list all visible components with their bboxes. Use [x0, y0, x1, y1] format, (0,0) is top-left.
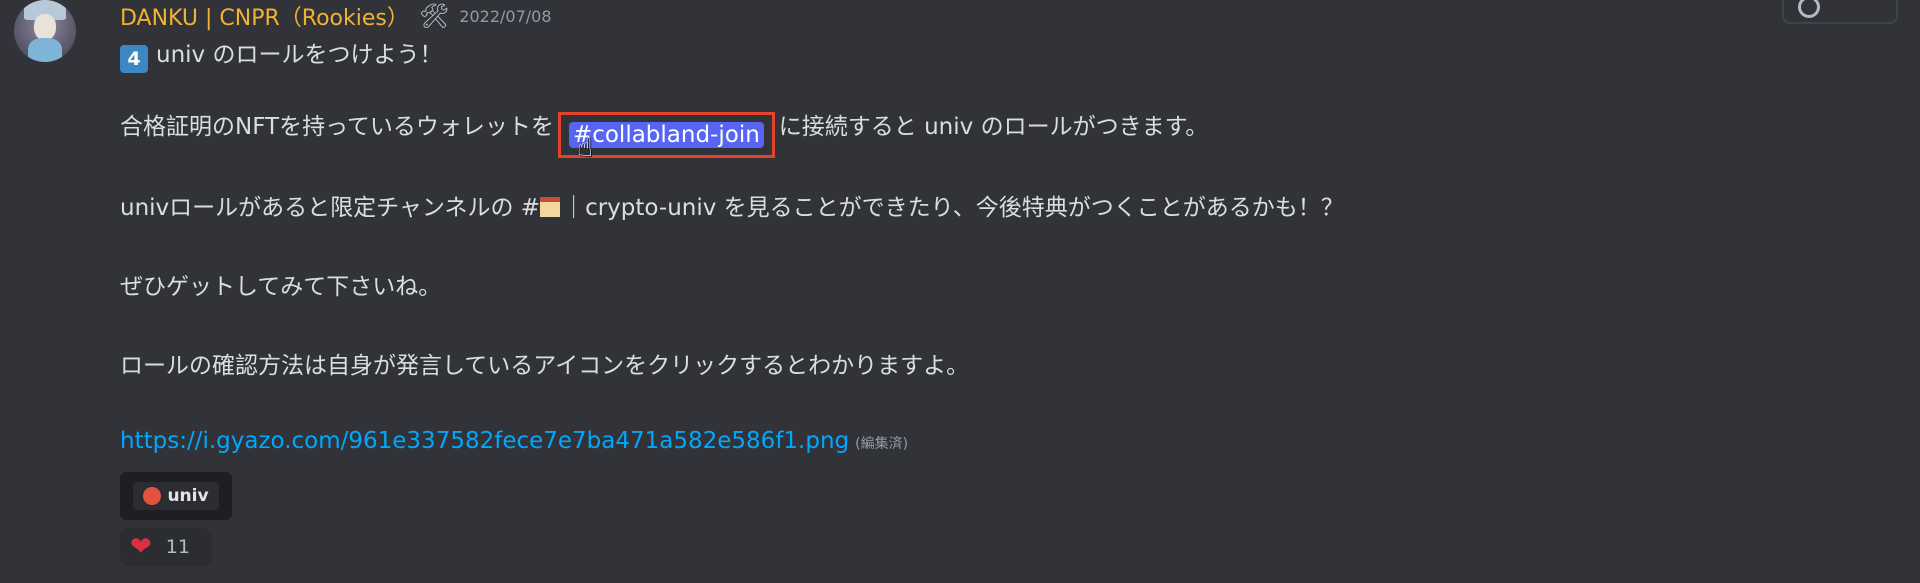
- reaction-add-icon[interactable]: [1798, 0, 1820, 18]
- hand-pointer-cursor-icon: ☝: [576, 133, 593, 163]
- line-1-text: univ のロールをつけよう！: [156, 42, 443, 68]
- message-line-2: 合格証明のNFTを持っているウォレットを #collabland-join ☝ に接続…: [120, 112, 1209, 163]
- chat-message: DANKU | CNPR（Rookies） 🛠 2022/07/08 4 univ…: [0, 0, 1920, 583]
- channel-name-crypto-univ[interactable]: ｜crypto-univ: [562, 195, 716, 221]
- line-4-text: ぜひゲットしてみて下さいね。: [120, 274, 442, 300]
- message-line-5: ロールの確認方法は自身が発言しているアイコンをクリックするとわかりますよ。: [120, 351, 969, 381]
- role-label: univ: [167, 486, 209, 506]
- line-5-text: ロールの確認方法は自身が発言しているアイコンをクリックするとわかりますよ。: [120, 353, 970, 379]
- message-header: DANKU | CNPR（Rookies） 🛠 2022/07/08: [120, 0, 552, 32]
- role-color-dot: [143, 487, 162, 505]
- line-3-after: を見ることができたり、今後特典がつくことがあるかも！？: [716, 195, 1344, 221]
- keycap-number-icon: 4: [120, 45, 148, 73]
- timestamp: 2022/07/08: [459, 6, 552, 26]
- avatar-face: [34, 14, 56, 40]
- role-embed[interactable]: univ: [120, 472, 232, 520]
- avatar[interactable]: [14, 0, 76, 62]
- message-line-4: ぜひゲットしてみて下さいね。: [120, 272, 441, 302]
- heart-icon: ❤: [130, 532, 152, 562]
- role-pill: univ: [133, 482, 219, 510]
- message-hover-toolbar[interactable]: [1782, 0, 1898, 24]
- message-line-1: 4 univ のロールをつけよう！: [120, 40, 442, 73]
- edited-label: (編集済): [855, 436, 909, 452]
- gyazo-link[interactable]: https://i.gyazo.com/961e337582fece7e7ba4…: [120, 428, 849, 454]
- channel-mention-collabland-join[interactable]: #collabland-join: [568, 122, 764, 148]
- message-line-6: https://i.gyazo.com/961e337582fece7e7ba4…: [120, 426, 908, 459]
- hammer-and-wrench-icon: 🛠: [418, 2, 450, 30]
- username[interactable]: DANKU | CNPR（Rookies）: [120, 0, 409, 32]
- reaction-heart[interactable]: ❤ 11: [120, 528, 212, 566]
- line-2-before: 合格証明のNFTを持っているウォレットを: [120, 114, 554, 140]
- reaction-count: 11: [165, 536, 190, 558]
- line-3-before: univロールがあると限定チャンネルの #: [120, 195, 541, 221]
- line-2-after: に接続すると univ のロールがつきます。: [778, 114, 1209, 140]
- highlight-box: #collabland-join ☝: [557, 112, 775, 163]
- avatar-body: [28, 38, 62, 62]
- school-icon: [540, 197, 561, 217]
- message-line-3: univロールがあると限定チャンネルの # ｜crypto-univ を見ることが…: [120, 193, 1344, 223]
